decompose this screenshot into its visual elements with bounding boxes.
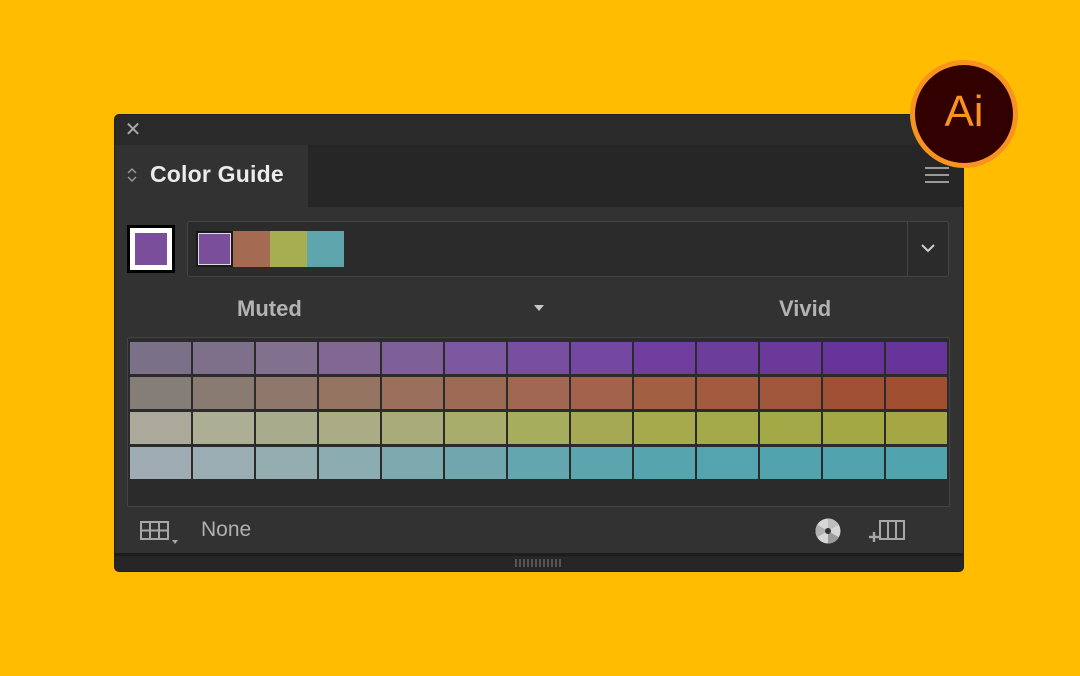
color-variation-swatch[interactable]	[886, 377, 947, 409]
color-variation-swatch[interactable]	[130, 447, 191, 479]
color-variation-swatch[interactable]	[382, 412, 443, 444]
color-variation-swatch[interactable]	[445, 342, 506, 374]
panel-footer: None	[115, 507, 963, 553]
color-variation-swatch[interactable]	[382, 342, 443, 374]
color-variation-swatch[interactable]	[256, 342, 317, 374]
color-variation-swatch[interactable]	[886, 412, 947, 444]
vivid-label: Vivid	[779, 296, 831, 322]
resize-grip-icon[interactable]	[515, 559, 561, 567]
close-icon[interactable]: ✕	[124, 121, 142, 139]
color-variation-swatch[interactable]	[571, 412, 632, 444]
muted-label: Muted	[237, 296, 302, 322]
limit-none-label: None	[201, 518, 251, 542]
color-variation-swatch[interactable]	[571, 447, 632, 479]
color-variation-swatch[interactable]	[760, 342, 821, 374]
color-variation-swatch[interactable]	[697, 377, 758, 409]
color-variation-swatch[interactable]	[634, 447, 695, 479]
color-variation-swatch[interactable]	[571, 377, 632, 409]
color-variation-swatch[interactable]	[508, 377, 569, 409]
panel-tabbar: Color Guide	[115, 145, 963, 207]
color-variation-swatch[interactable]	[382, 377, 443, 409]
color-variation-swatch[interactable]	[697, 342, 758, 374]
color-variation-swatch[interactable]	[886, 342, 947, 374]
color-variation-swatch[interactable]	[319, 412, 380, 444]
color-variation-swatch[interactable]	[445, 412, 506, 444]
color-variation-swatch[interactable]	[319, 377, 380, 409]
harmony-rules-dropdown[interactable]	[907, 222, 948, 276]
color-variation-swatch[interactable]	[256, 447, 317, 479]
color-variation-swatch[interactable]	[823, 447, 884, 479]
tab-color-guide[interactable]: Color Guide	[115, 145, 308, 207]
panel-resize-bar	[115, 553, 963, 571]
color-variation-swatch[interactable]	[130, 377, 191, 409]
base-color-fill	[135, 233, 167, 265]
harmony-rules-bar[interactable]	[187, 221, 949, 277]
harmony-color-chip[interactable]	[307, 231, 344, 267]
harmony-colors-strip	[196, 231, 344, 267]
color-variation-swatch[interactable]	[508, 447, 569, 479]
color-variation-swatch[interactable]	[508, 412, 569, 444]
variation-options-dropdown[interactable]	[531, 301, 547, 315]
color-variation-swatch[interactable]	[823, 377, 884, 409]
color-variation-swatch[interactable]	[130, 342, 191, 374]
collapse-arrows-icon[interactable]	[127, 165, 137, 185]
color-variation-swatch[interactable]	[634, 342, 695, 374]
color-variation-swatch[interactable]	[382, 447, 443, 479]
color-variation-swatch[interactable]	[508, 342, 569, 374]
harmony-color-chip[interactable]	[233, 231, 270, 267]
illustrator-logo-text: Ai	[915, 87, 1013, 137]
color-variation-swatch[interactable]	[697, 412, 758, 444]
color-variation-swatch[interactable]	[193, 342, 254, 374]
color-variation-swatch[interactable]	[256, 377, 317, 409]
color-variations-grid	[127, 337, 950, 507]
panel-title: Color Guide	[150, 161, 284, 188]
color-variation-swatch[interactable]	[193, 412, 254, 444]
color-variation-swatch[interactable]	[445, 377, 506, 409]
color-variation-swatch[interactable]	[760, 377, 821, 409]
harmony-color-chip[interactable]	[270, 231, 307, 267]
color-variation-swatch[interactable]	[256, 412, 317, 444]
panel-titlebar: ✕	[115, 115, 963, 145]
color-variation-swatch[interactable]	[886, 447, 947, 479]
harmony-color-chip[interactable]	[196, 231, 233, 267]
base-color-swatch[interactable]	[127, 225, 175, 273]
color-variation-swatch[interactable]	[697, 447, 758, 479]
color-variation-swatch[interactable]	[823, 342, 884, 374]
color-variation-swatch[interactable]	[634, 377, 695, 409]
color-wheel-icon[interactable]	[814, 517, 842, 545]
color-variation-swatch[interactable]	[319, 447, 380, 479]
color-variation-swatch[interactable]	[760, 447, 821, 479]
save-swatches-icon[interactable]	[867, 518, 907, 544]
color-variation-swatch[interactable]	[130, 412, 191, 444]
color-variation-swatch[interactable]	[193, 447, 254, 479]
illustrator-logo: Ai	[910, 60, 1018, 168]
color-variation-swatch[interactable]	[634, 412, 695, 444]
color-variation-swatch[interactable]	[760, 412, 821, 444]
color-variation-swatch[interactable]	[445, 447, 506, 479]
color-variation-swatch[interactable]	[823, 412, 884, 444]
hamburger-menu-icon[interactable]	[925, 167, 949, 185]
color-variation-swatch[interactable]	[571, 342, 632, 374]
color-variation-swatch[interactable]	[319, 342, 380, 374]
color-variation-swatch[interactable]	[193, 377, 254, 409]
chevron-down-icon	[920, 242, 936, 254]
color-guide-panel: ✕ Color Guide Muted Vivid	[115, 115, 963, 571]
grid-limit-icon[interactable]	[139, 519, 183, 545]
